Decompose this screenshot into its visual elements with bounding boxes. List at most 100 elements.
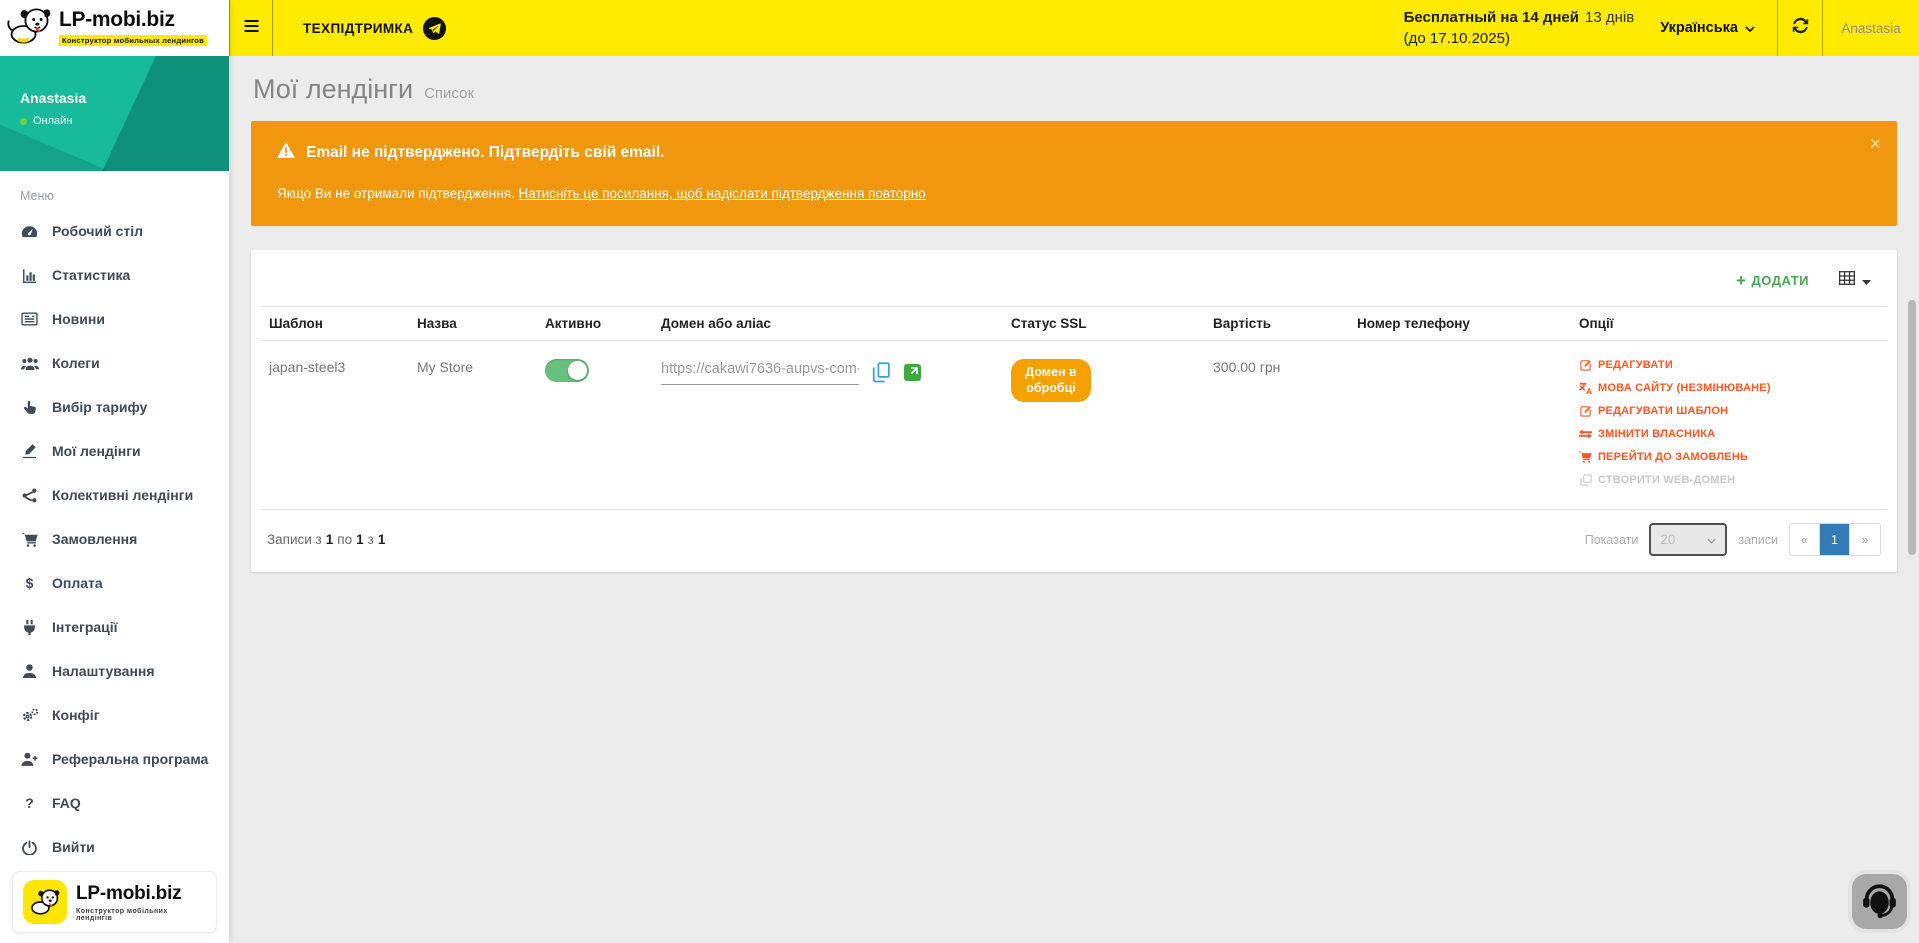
sidebar-item-settings[interactable]: Налаштування — [0, 649, 229, 693]
cell-name: My Store — [409, 341, 537, 510]
brand-tagline: Конструктор мобильных лендингов — [59, 35, 207, 46]
cell-options: РЕДАГУВАТИ МОВА САЙТУ (НЕЗМІНЮВАНЕ) РЕДА… — [1571, 341, 1887, 510]
sidebar-item-config[interactable]: Конфіг — [0, 693, 229, 737]
landings-icon — [20, 444, 39, 459]
next-page-button[interactable]: » — [1850, 524, 1880, 555]
ssl-status-badge: Домен в обробці — [1011, 359, 1091, 402]
refresh-button[interactable] — [1777, 0, 1823, 56]
main-area: ТЕХПІДТРИМКА Бесплатный на 14 дней13 дні… — [229, 0, 1919, 943]
brand-tagline: Конструктор мобільних лендінгів — [76, 908, 206, 922]
close-icon[interactable]: × — [1870, 135, 1881, 154]
dog-logo-icon — [6, 5, 54, 52]
page-subtitle: Список — [424, 85, 474, 102]
online-status: Онлайн — [20, 115, 209, 127]
cell-template: japan-steel3 — [261, 341, 409, 510]
col-price: Вартість — [1205, 307, 1349, 341]
columns-dropdown-button[interactable] — [1839, 271, 1871, 290]
news-icon — [20, 312, 39, 326]
sidebar-item-statistics[interactable]: Статистика — [0, 253, 229, 297]
language-selector[interactable]: Українська — [1660, 20, 1755, 36]
scrollbar-thumb[interactable] — [1908, 300, 1916, 555]
sidebar-menu: Меню Робочий стіл Статистика Новини Коле… — [0, 171, 229, 863]
domain-input[interactable] — [661, 359, 859, 385]
menu-section-label: Меню — [0, 177, 229, 209]
gears-icon — [20, 708, 39, 723]
plus-icon: + — [1736, 272, 1746, 289]
pagination: « 1 » — [1789, 523, 1881, 556]
sidebar-item-dashboard[interactable]: Робочий стіл — [0, 209, 229, 253]
page-head: Мої лендінги Список — [253, 74, 1897, 105]
option-change-owner[interactable]: ЗМІНИТИ ВЛАСНИКА — [1579, 422, 1879, 445]
active-toggle[interactable] — [545, 359, 589, 382]
option-edit-template[interactable]: РЕДАГУВАТИ ШАБЛОН — [1579, 399, 1879, 422]
menu-toggle-button[interactable] — [229, 0, 273, 56]
table-grid-icon — [1839, 271, 1855, 290]
add-button[interactable]: + ДОДАТИ — [1736, 272, 1809, 289]
card-toolbar: + ДОДАТИ — [261, 250, 1887, 306]
sidebar-item-orders[interactable]: Замовлення — [0, 517, 229, 561]
col-domain: Домен або аліас — [653, 307, 1003, 341]
trial-info: Бесплатный на 14 дней13 днів (до 17.10.2… — [1404, 7, 1635, 49]
landings-card: + ДОДАТИ Шаблон — [251, 250, 1897, 572]
app-window: LP-mobi.biz Конструктор мобильных лендин… — [0, 0, 1919, 943]
sidebar-item-faq[interactable]: ? FAQ — [0, 781, 229, 825]
col-phone: Номер телефону — [1349, 307, 1571, 341]
email-alert: × Email не підтверджено. Підтвердіть сві… — [251, 121, 1897, 226]
edit-icon — [1579, 405, 1592, 417]
question-icon: ? — [20, 795, 39, 811]
table-footer: Записи з 1 по 1 з 1 Показати 20 записи — [261, 509, 1887, 572]
content: Мої лендінги Список × Email не підтвердж… — [229, 56, 1919, 572]
page-1-button[interactable]: 1 — [1820, 524, 1850, 555]
user-plus-icon — [20, 752, 39, 766]
resend-confirmation-link[interactable]: Натисніть це посилання, щоб надіслати пі… — [519, 186, 926, 201]
sidebar-logo[interactable]: LP-mobi.biz Конструктор мобильных лендин… — [0, 0, 229, 56]
sidebar-item-my-landings[interactable]: Мої лендінги — [0, 429, 229, 473]
landings-table: Шаблон Назва Активно Домен або аліас Ста… — [261, 306, 1887, 509]
dollar-icon: $ — [20, 575, 39, 591]
user-icon — [20, 664, 39, 678]
page-title: Мої лендінги — [253, 74, 413, 105]
table-header-row: Шаблон Назва Активно Домен або аліас Ста… — [261, 307, 1887, 341]
sidebar-item-collective-landings[interactable]: Колективні лендінги — [0, 473, 229, 517]
copy-icon[interactable] — [872, 362, 891, 383]
sidebar-footer-logo[interactable]: LP-mobi.biz Конструктор мобільних лендін… — [12, 871, 217, 933]
cell-domain — [653, 341, 1003, 510]
sidebar-item-referral[interactable]: Реферальна програма — [0, 737, 229, 781]
warning-icon — [277, 142, 295, 163]
hamburger-icon — [243, 19, 260, 38]
chevron-down-icon — [1707, 532, 1716, 547]
sidebar-username: Anastasia — [20, 90, 209, 106]
prev-page-button[interactable]: « — [1790, 524, 1820, 555]
option-edit[interactable]: РЕДАГУВАТИ — [1579, 353, 1879, 376]
sidebar-item-payment[interactable]: $ Оплата — [0, 561, 229, 605]
page-size-select[interactable]: 20 — [1649, 523, 1727, 556]
telegram-icon — [423, 17, 446, 40]
plug-icon — [20, 620, 39, 635]
cell-price: 300.00 грн — [1205, 341, 1349, 510]
support-chat-button[interactable] — [1852, 874, 1907, 929]
user-menu[interactable]: Anastasia — [1823, 0, 1919, 56]
sidebar-item-colleagues[interactable]: Колеги — [0, 341, 229, 385]
topbar: ТЕХПІДТРИМКА Бесплатный на 14 дней13 дні… — [229, 0, 1919, 56]
online-dot-icon — [20, 118, 27, 125]
external-link-icon[interactable] — [904, 364, 921, 381]
exchange-icon — [1579, 429, 1592, 439]
alert-title: Email не підтверджено. Підтвердіть свій … — [277, 142, 1871, 163]
sidebar-item-news[interactable]: Новини — [0, 297, 229, 341]
sidebar-item-tariff[interactable]: Вибір тарифу — [0, 385, 229, 429]
caret-down-icon — [1862, 272, 1871, 290]
bar-chart-icon — [20, 268, 39, 283]
col-active: Активно — [537, 307, 653, 341]
sidebar-item-logout[interactable]: Вийти — [0, 825, 229, 863]
option-site-language[interactable]: МОВА САЙТУ (НЕЗМІНЮВАНЕ) — [1579, 376, 1879, 399]
cell-active — [537, 341, 653, 510]
power-icon — [20, 840, 39, 855]
option-go-to-orders[interactable]: ПЕРЕЙТИ ДО ЗАМОВЛЕНЬ — [1579, 445, 1879, 468]
support-link[interactable]: ТЕХПІДТРИМКА — [303, 17, 446, 40]
headset-icon — [1861, 882, 1898, 922]
col-ssl-status: Статус SSL — [1003, 307, 1205, 341]
col-name: Назва — [409, 307, 537, 341]
sidebar: LP-mobi.biz Конструктор мобильных лендин… — [0, 0, 229, 943]
sidebar-item-integrations[interactable]: Інтеграції — [0, 605, 229, 649]
chevron-down-icon — [1745, 20, 1755, 36]
